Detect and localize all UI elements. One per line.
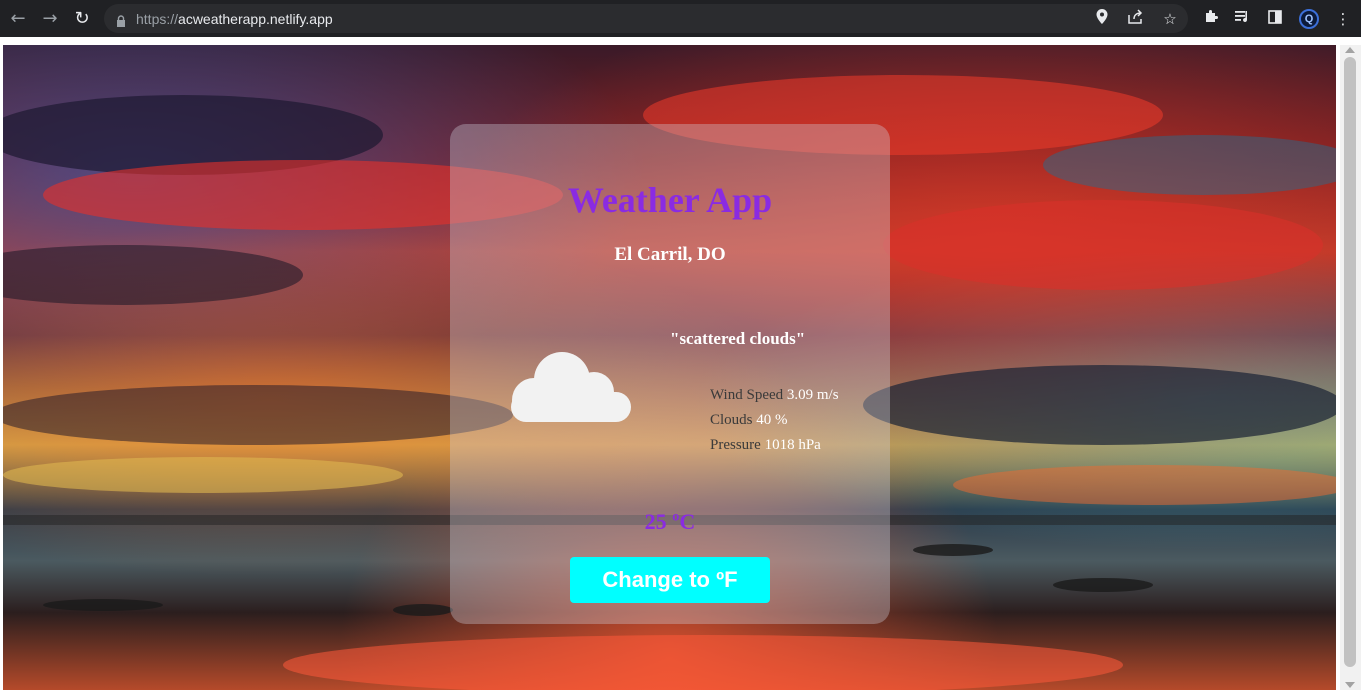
share-icon[interactable] — [1128, 9, 1144, 28]
side-panel-icon[interactable] — [1267, 9, 1283, 28]
media-queue-icon[interactable] — [1235, 10, 1251, 28]
app-title: Weather App — [567, 180, 773, 220]
address-bar[interactable]: https://acweatherapp.netlify.app ☆ — [104, 4, 1188, 33]
reload-icon[interactable]: ↻ — [66, 0, 98, 37]
bookmark-star-icon[interactable]: ☆ — [1162, 10, 1178, 28]
stat-clouds: Clouds 40 % — [710, 412, 788, 428]
browser-toolbar: ← → ↻ https://acweatherapp.netlify.app ☆… — [0, 0, 1361, 37]
back-arrow-icon[interactable]: ← — [2, 0, 34, 37]
profile-avatar[interactable]: Q — [1299, 8, 1319, 29]
extensions-puzzle-icon[interactable] — [1203, 9, 1219, 28]
weather-description: "scattered clouds" — [670, 329, 806, 348]
stat-wind-speed: Wind Speed 3.09 m/s — [710, 387, 839, 403]
scroll-down-arrow-icon[interactable] — [1345, 682, 1355, 688]
forward-arrow-icon[interactable]: → — [34, 0, 66, 37]
page-top-border — [0, 37, 1361, 45]
scroll-up-arrow-icon[interactable] — [1345, 47, 1355, 53]
weather-card: Weather App El Carril, DO "scattered clo… — [450, 124, 890, 624]
url-text[interactable]: https://acweatherapp.netlify.app — [136, 11, 333, 27]
city-name: El Carril, DO — [614, 244, 726, 265]
vertical-scrollbar[interactable] — [1340, 45, 1361, 690]
lock-icon — [116, 14, 126, 27]
change-unit-button[interactable]: Change to ºF — [570, 557, 770, 603]
temperature: 25 ºC — [644, 509, 696, 534]
stat-pressure: Pressure 1018 hPa — [710, 437, 821, 453]
scrollbar-thumb[interactable] — [1344, 57, 1356, 667]
weather-stats: Wind Speed 3.09 m/s Clouds 40 % Pressure… — [710, 383, 839, 458]
menu-kebab-icon[interactable]: ⋮ — [1335, 10, 1351, 28]
cloud-icon — [510, 348, 632, 426]
location-pin-icon[interactable] — [1094, 9, 1110, 28]
